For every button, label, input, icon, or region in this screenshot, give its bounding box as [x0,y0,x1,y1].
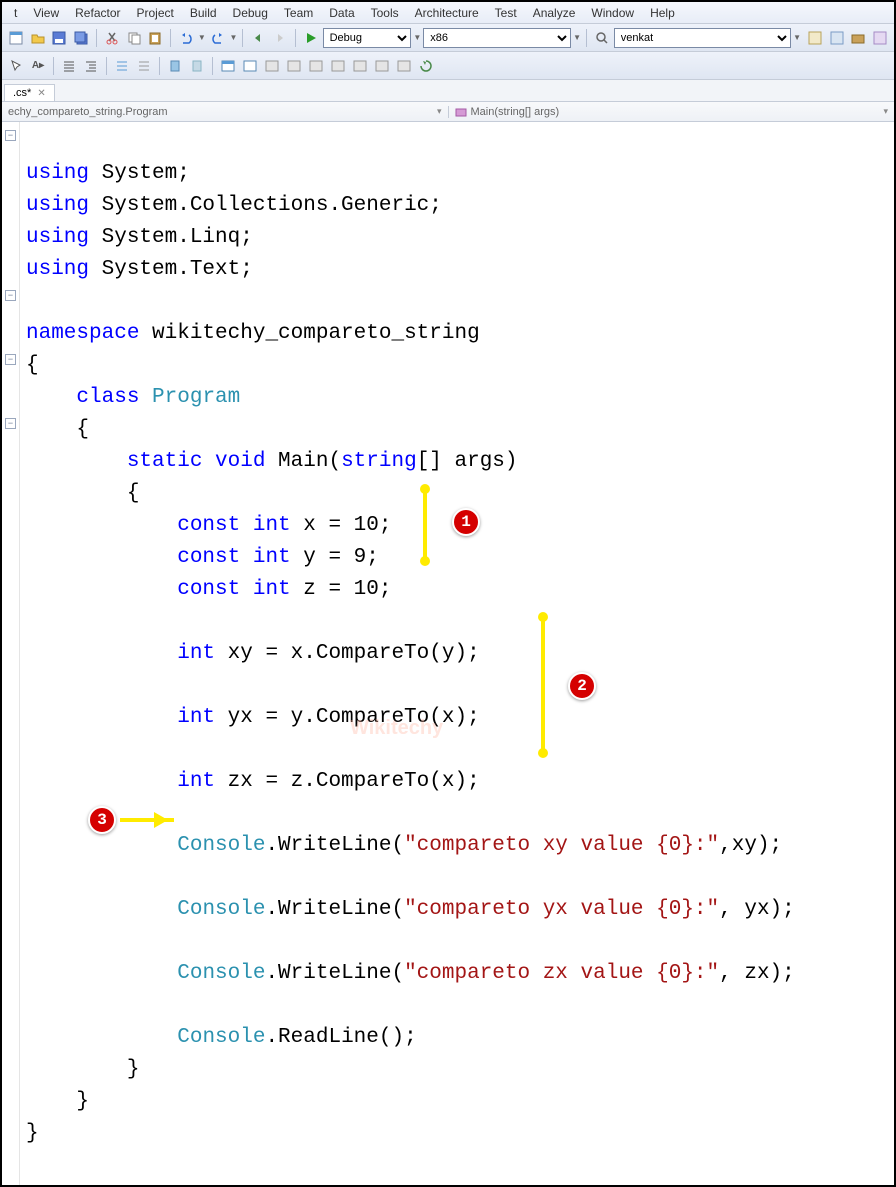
menu-item[interactable]: Build [182,4,225,22]
annotation-badge-3: 3 [88,806,116,834]
navigate-fwd-icon[interactable] [270,28,290,48]
undo-icon[interactable] [176,28,196,48]
indent-less-icon[interactable] [59,56,79,76]
bookmark-next-icon[interactable] [187,56,207,76]
more-icon[interactable] [870,28,890,48]
menu-item[interactable]: Test [487,4,525,22]
uncomment-icon[interactable] [134,56,154,76]
window6-icon[interactable] [328,56,348,76]
indent-more-icon[interactable] [81,56,101,76]
paste-icon[interactable] [145,28,165,48]
find-combo[interactable]: venkat [614,28,791,48]
dropdown-arrow-icon[interactable]: ▼ [198,33,206,42]
annotation-bracket [420,556,430,566]
save-icon[interactable] [49,28,69,48]
separator [586,29,587,47]
menu-item[interactable]: Analyze [525,4,584,22]
annotation-badge-2: 2 [568,672,596,700]
text-size-icon[interactable]: A▸ [28,56,48,76]
menu-item[interactable]: Refactor [67,4,128,22]
menu-item[interactable]: Architecture [407,4,487,22]
window2-icon[interactable] [240,56,260,76]
dropdown-arrow-icon[interactable]: ▼ [573,33,581,42]
menu-item[interactable]: Debug [225,4,276,22]
menu-item[interactable]: Window [583,4,642,22]
separator [212,57,213,75]
window5-icon[interactable] [306,56,326,76]
dropdown-arrow-icon[interactable]: ▼ [413,33,421,42]
annotation-bracket [541,617,545,753]
annotation-bracket [538,748,548,758]
separator [96,29,97,47]
cut-icon[interactable] [102,28,122,48]
refresh-icon[interactable] [416,56,436,76]
menu-item[interactable]: Team [276,4,321,22]
close-tab-icon[interactable]: ✕ [37,88,45,99]
menu-item[interactable]: Tools [363,4,407,22]
start-debug-icon[interactable] [301,28,321,48]
separator [170,29,171,47]
fold-gutter: − − − − [2,122,20,1185]
menu-item[interactable]: View [25,4,67,22]
window3-icon[interactable] [262,56,282,76]
menu-bar: t View Refactor Project Build Debug Team… [2,2,894,24]
separator [242,29,243,47]
copy-icon[interactable] [124,28,144,48]
toolbox-icon[interactable] [849,28,869,48]
dropdown-arrow-icon[interactable]: ▼ [793,33,801,42]
solution-explorer-icon[interactable] [805,28,825,48]
comment-icon[interactable] [112,56,132,76]
fold-toggle[interactable]: − [5,418,16,429]
separator [53,57,54,75]
platform-combo[interactable]: x86 [423,28,571,48]
cursor-icon[interactable] [6,56,26,76]
file-tab[interactable]: .cs* ✕ [4,84,55,101]
tab-label: .cs* [13,87,31,99]
menu-item[interactable]: Help [642,4,683,22]
method-selector[interactable]: Main(string[] args) ▾ [448,106,895,118]
redo-icon[interactable] [208,28,228,48]
fold-toggle[interactable]: − [5,130,16,141]
open-icon[interactable] [28,28,48,48]
code-nav-bar: echy_compareto_string.Program ▾ Main(str… [2,102,894,122]
separator [159,57,160,75]
save-all-icon[interactable] [71,28,91,48]
annotation-arrow [120,818,174,822]
code-editor[interactable]: − − − − using System; using System.Colle… [2,122,894,1185]
separator [295,29,296,47]
annotation-bracket [423,489,427,561]
window4-icon[interactable] [284,56,304,76]
find-icon[interactable] [592,28,612,48]
window-icon[interactable] [218,56,238,76]
fold-toggle[interactable]: − [5,354,16,365]
menu-item[interactable]: Data [321,4,362,22]
class-name: echy_compareto_string.Program [8,106,168,118]
class-selector[interactable]: echy_compareto_string.Program ▾ [2,106,448,118]
tab-bar: .cs* ✕ [2,80,894,102]
toolbar-text: A▸ [2,52,894,80]
properties-icon[interactable] [827,28,847,48]
window9-icon[interactable] [394,56,414,76]
separator [106,57,107,75]
config-combo[interactable]: Debug [323,28,412,48]
code-content[interactable]: using System; using System.Collections.G… [20,122,894,1185]
menu-item[interactable]: t [6,4,25,22]
toolbar-main: ▼ ▼ Debug ▼ x86 ▼ venkat ▼ [2,24,894,52]
method-icon [455,106,467,118]
fold-toggle[interactable]: − [5,290,16,301]
bookmark-icon[interactable] [165,56,185,76]
dropdown-arrow-icon[interactable]: ▼ [230,33,238,42]
new-project-icon[interactable] [6,28,26,48]
menu-item[interactable]: Project [129,4,182,22]
window8-icon[interactable] [372,56,392,76]
window7-icon[interactable] [350,56,370,76]
navigate-back-icon[interactable] [248,28,268,48]
annotation-badge-1: 1 [452,508,480,536]
method-name: Main(string[] args) [471,106,560,118]
